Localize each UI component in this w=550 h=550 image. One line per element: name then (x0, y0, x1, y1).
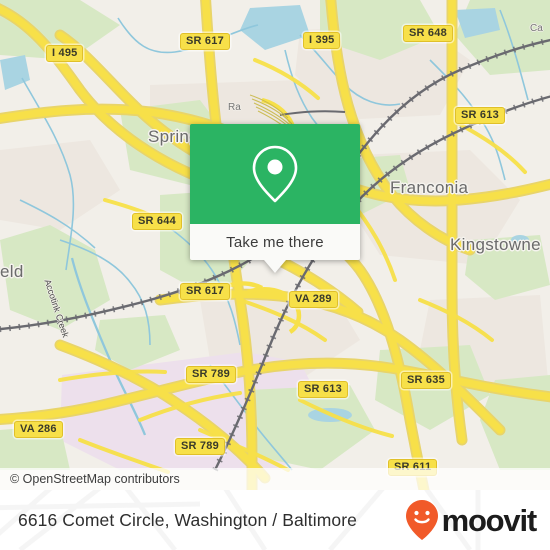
shield-i-395[interactable]: I 395 (303, 32, 341, 49)
shield-sr-617-north[interactable]: SR 617 (180, 33, 230, 50)
shield-sr-648[interactable]: SR 648 (403, 25, 453, 42)
moovit-wordmark: moovit (441, 502, 538, 538)
map-pin-icon (252, 145, 298, 203)
take-me-there-button[interactable]: Take me there (226, 234, 324, 251)
popup-header (190, 124, 360, 224)
shield-sr-617-south[interactable]: SR 617 (180, 283, 230, 300)
place-label-westfield: eld (0, 262, 24, 281)
attribution-text: © OpenStreetMap contributors (10, 472, 180, 486)
destination-popup-card[interactable]: Take me there (190, 124, 360, 273)
shield-va-289[interactable]: VA 289 (289, 291, 338, 308)
shield-sr-613-north[interactable]: SR 613 (455, 107, 505, 124)
shield-sr-789-south[interactable]: SR 789 (175, 438, 225, 455)
shield-va-286[interactable]: VA 286 (14, 421, 63, 438)
popup-tail (264, 260, 286, 273)
minor-label-rail-west: Ra (228, 102, 241, 113)
shield-i-495[interactable]: I 495 (46, 45, 84, 62)
place-label-franconia: Franconia (390, 178, 469, 197)
shield-sr-635[interactable]: SR 635 (401, 372, 451, 389)
popup-footer[interactable]: Take me there (190, 224, 360, 260)
moovit-pin-smile-icon (405, 500, 438, 540)
map-canvas[interactable]: Spring Franconia Kingstowne eld Accotink… (0, 0, 550, 490)
map-attribution-bar: © OpenStreetMap contributors (0, 468, 550, 490)
place-label-kingstowne: Kingstowne (450, 235, 541, 254)
shield-sr-644[interactable]: SR 644 (132, 213, 182, 230)
moovit-logo: moovit (405, 499, 538, 541)
address-label: 6616 Comet Circle, Washington / Baltimor… (18, 509, 358, 530)
minor-label-rail-east: Ca (530, 23, 543, 34)
shield-sr-613-south[interactable]: SR 613 (298, 381, 348, 398)
shield-sr-789-north[interactable]: SR 789 (186, 366, 236, 383)
bottom-info-bar: 6616 Comet Circle, Washington / Baltimor… (0, 490, 550, 550)
moovit-map-screenshot: Spring Franconia Kingstowne eld Accotink… (0, 0, 550, 550)
